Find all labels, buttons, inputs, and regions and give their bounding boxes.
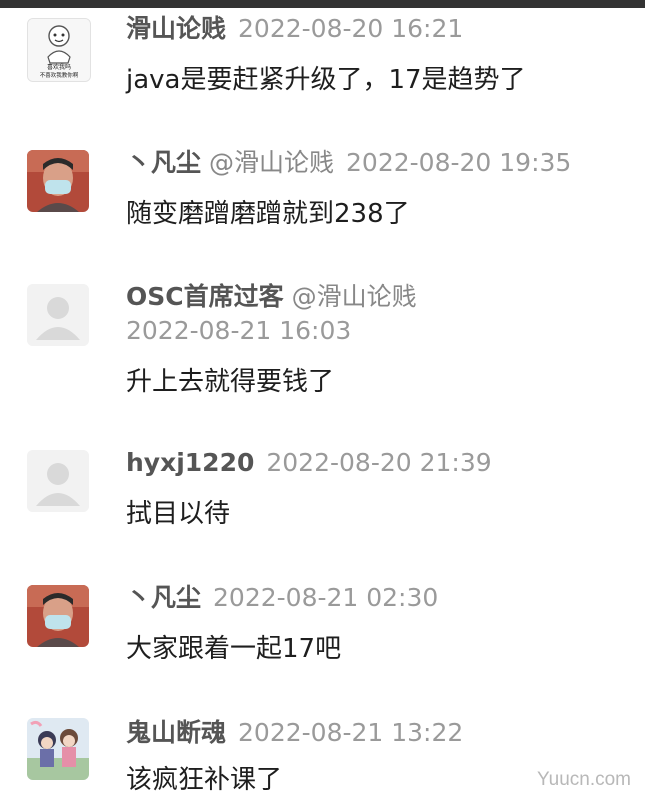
comment-item: 喜欢我吗 不喜欢我教你啊 滑山论贱 2022-08-20 16:21 java是要… bbox=[0, 0, 645, 130]
comment-item: hyxj1220 2022-08-20 21:39 拭目以待 bbox=[0, 440, 645, 575]
comment-text: 升上去就得要钱了 bbox=[126, 367, 335, 397]
masked-person-avatar-icon[interactable] bbox=[27, 150, 89, 212]
comment-meta: 丶凡尘 2022-08-21 02:30 bbox=[126, 581, 438, 615]
default-user-avatar-icon[interactable] bbox=[27, 284, 89, 346]
comment-text: java是要赶紧升级了，17是趋势了 bbox=[126, 65, 526, 95]
default-user-avatar-icon[interactable] bbox=[27, 450, 89, 512]
comment-meta: OSC首席过客 @滑山论贱 2022-08-21 16:03 bbox=[126, 280, 417, 348]
comment-time: 2022-08-20 19:35 bbox=[346, 148, 572, 177]
avatar-caption-2: 不喜欢我教你啊 bbox=[40, 71, 79, 79]
comment-time: 2022-08-20 16:21 bbox=[238, 14, 464, 43]
comment-time: 2022-08-21 13:22 bbox=[238, 718, 464, 747]
comment-time: 2022-08-21 02:30 bbox=[213, 583, 439, 612]
comment-text: 该疯狂补课了 bbox=[126, 765, 283, 795]
comment-text: 大家跟着一起17吧 bbox=[126, 634, 342, 664]
comment-item: 丶凡尘 @滑山论贱 2022-08-20 19:35 随变磨蹭磨蹭就到238了 bbox=[0, 130, 645, 270]
comment-time: 2022-08-20 21:39 bbox=[266, 448, 492, 477]
comment-meta: hyxj1220 2022-08-20 21:39 bbox=[126, 446, 492, 480]
comment-item: OSC首席过客 @滑山论贱 2022-08-21 16:03 升上去就得要钱了 bbox=[0, 270, 645, 440]
comment-text: 拭目以待 bbox=[126, 499, 231, 529]
comment-author[interactable]: 丶凡尘 bbox=[126, 583, 201, 612]
meme-avatar-icon[interactable]: 喜欢我吗 不喜欢我教你啊 bbox=[27, 18, 91, 82]
comment-author[interactable]: hyxj1220 bbox=[126, 448, 254, 477]
reply-mention[interactable]: @滑山论贱 bbox=[292, 282, 417, 311]
comment-item: 丶凡尘 2022-08-21 02:30 大家跟着一起17吧 bbox=[0, 575, 645, 710]
comment-time: 2022-08-21 16:03 bbox=[126, 316, 352, 345]
comment-author[interactable]: 滑山论贱 bbox=[126, 14, 226, 43]
comment-meta: 滑山论贱 2022-08-20 16:21 bbox=[126, 12, 463, 46]
comment-meta: 鬼山断魂 2022-08-21 13:22 bbox=[126, 716, 463, 750]
comment-author[interactable]: 鬼山断魂 bbox=[126, 718, 226, 747]
reply-mention[interactable]: @滑山论贱 bbox=[209, 148, 334, 177]
comment-text: 随变磨蹭磨蹭就到238了 bbox=[126, 199, 410, 229]
comment-author[interactable]: 丶凡尘 bbox=[126, 148, 201, 177]
anime-illustration-avatar-icon[interactable] bbox=[27, 718, 89, 780]
comment-meta: 丶凡尘 @滑山论贱 2022-08-20 19:35 bbox=[126, 146, 571, 180]
comment-author[interactable]: OSC首席过客 bbox=[126, 282, 284, 311]
masked-person-avatar-icon[interactable] bbox=[27, 585, 89, 647]
avatar-caption-1: 喜欢我吗 bbox=[47, 63, 71, 71]
watermark: Yuucn.com bbox=[537, 769, 631, 790]
